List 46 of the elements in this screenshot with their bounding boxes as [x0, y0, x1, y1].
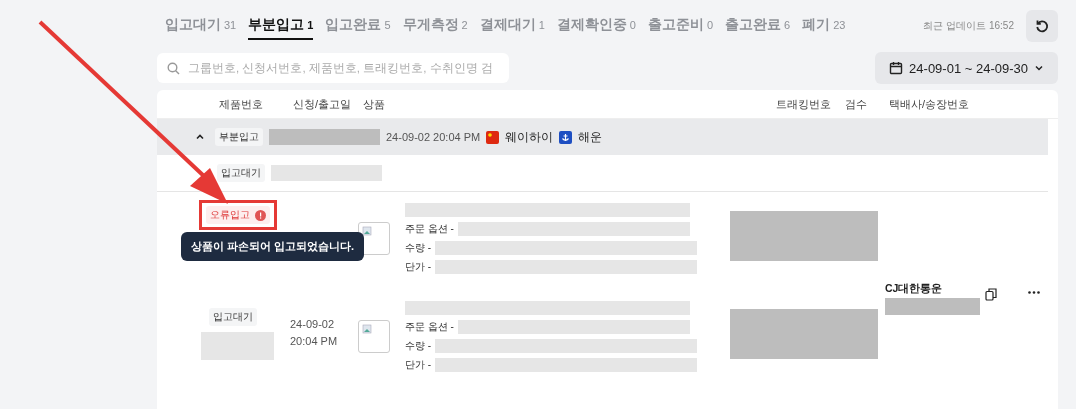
column-header: 신청/출고일: [293, 96, 353, 112]
status-tab[interactable]: 무게측정 2: [402, 12, 468, 40]
field-label: 수량 -: [405, 240, 432, 255]
broken-image-icon: [358, 320, 390, 353]
column-header: 검수: [845, 96, 868, 112]
field-label: 주문 옵션 -: [405, 319, 454, 334]
shipping-text: 해운: [578, 128, 603, 146]
status-tab[interactable]: 입고완료 5: [325, 12, 391, 40]
field-label: 수량 -: [405, 338, 432, 353]
column-header: 제품번호: [219, 96, 264, 112]
origin-text: 웨이하이: [505, 128, 554, 146]
status-badge: 입고대기: [209, 308, 257, 326]
group-date: 24-09-02 20:04 PM: [386, 131, 481, 143]
field-label: 단가 -: [405, 259, 432, 274]
status-tab[interactable]: 결제확인중 0: [556, 12, 636, 40]
copy-icon[interactable]: [985, 287, 997, 301]
alert-icon: [255, 209, 266, 221]
last-update-text: 최근 업데이트 16:52: [923, 19, 1014, 33]
more-icon[interactable]: [1028, 290, 1040, 294]
search-field[interactable]: 그룹번호, 신청서번호, 제품번호, 트래킹번호, 수취인명 검: [157, 53, 509, 83]
chevron-down-icon: [1034, 63, 1044, 73]
calendar-icon: [889, 61, 904, 75]
status-tab[interactable]: 부분입고 1: [248, 12, 314, 40]
flag-icon: [486, 130, 500, 144]
chevron-icon[interactable]: [195, 132, 205, 142]
status-badge: 입고대기: [217, 164, 265, 182]
column-header: 상품: [363, 96, 386, 112]
refresh-icon: [1035, 19, 1049, 33]
refresh-button[interactable]: [1026, 10, 1058, 42]
anchor-icon: [559, 130, 573, 144]
status-tab[interactable]: 폐기 23: [802, 12, 846, 40]
carrier-name: CJ대한통운: [885, 281, 944, 296]
field-label: 주문 옵션 -: [405, 221, 454, 236]
field-label: 단가 -: [405, 357, 432, 372]
status-tab[interactable]: 출고완료 6: [725, 12, 791, 40]
status-tab[interactable]: 입고대기 31: [165, 12, 237, 40]
status-badge: 부분입고: [215, 128, 263, 146]
status-tab[interactable]: 결제대기 1: [479, 12, 545, 40]
tooltip: 상품이 파손되어 입고되었습니다.: [181, 232, 365, 261]
status-tab[interactable]: 출고준비 0: [647, 12, 713, 40]
date-text: 24-09-02: [290, 317, 336, 332]
status-badge: 오류입고: [206, 206, 270, 224]
date-range-button[interactable]: 24-09-01 ~ 24-09-30: [875, 52, 1058, 84]
column-header: 택배사/송장번호: [889, 96, 971, 112]
column-header: 트래킹번호: [775, 96, 832, 112]
date-text: 20:04 PM: [290, 334, 339, 349]
